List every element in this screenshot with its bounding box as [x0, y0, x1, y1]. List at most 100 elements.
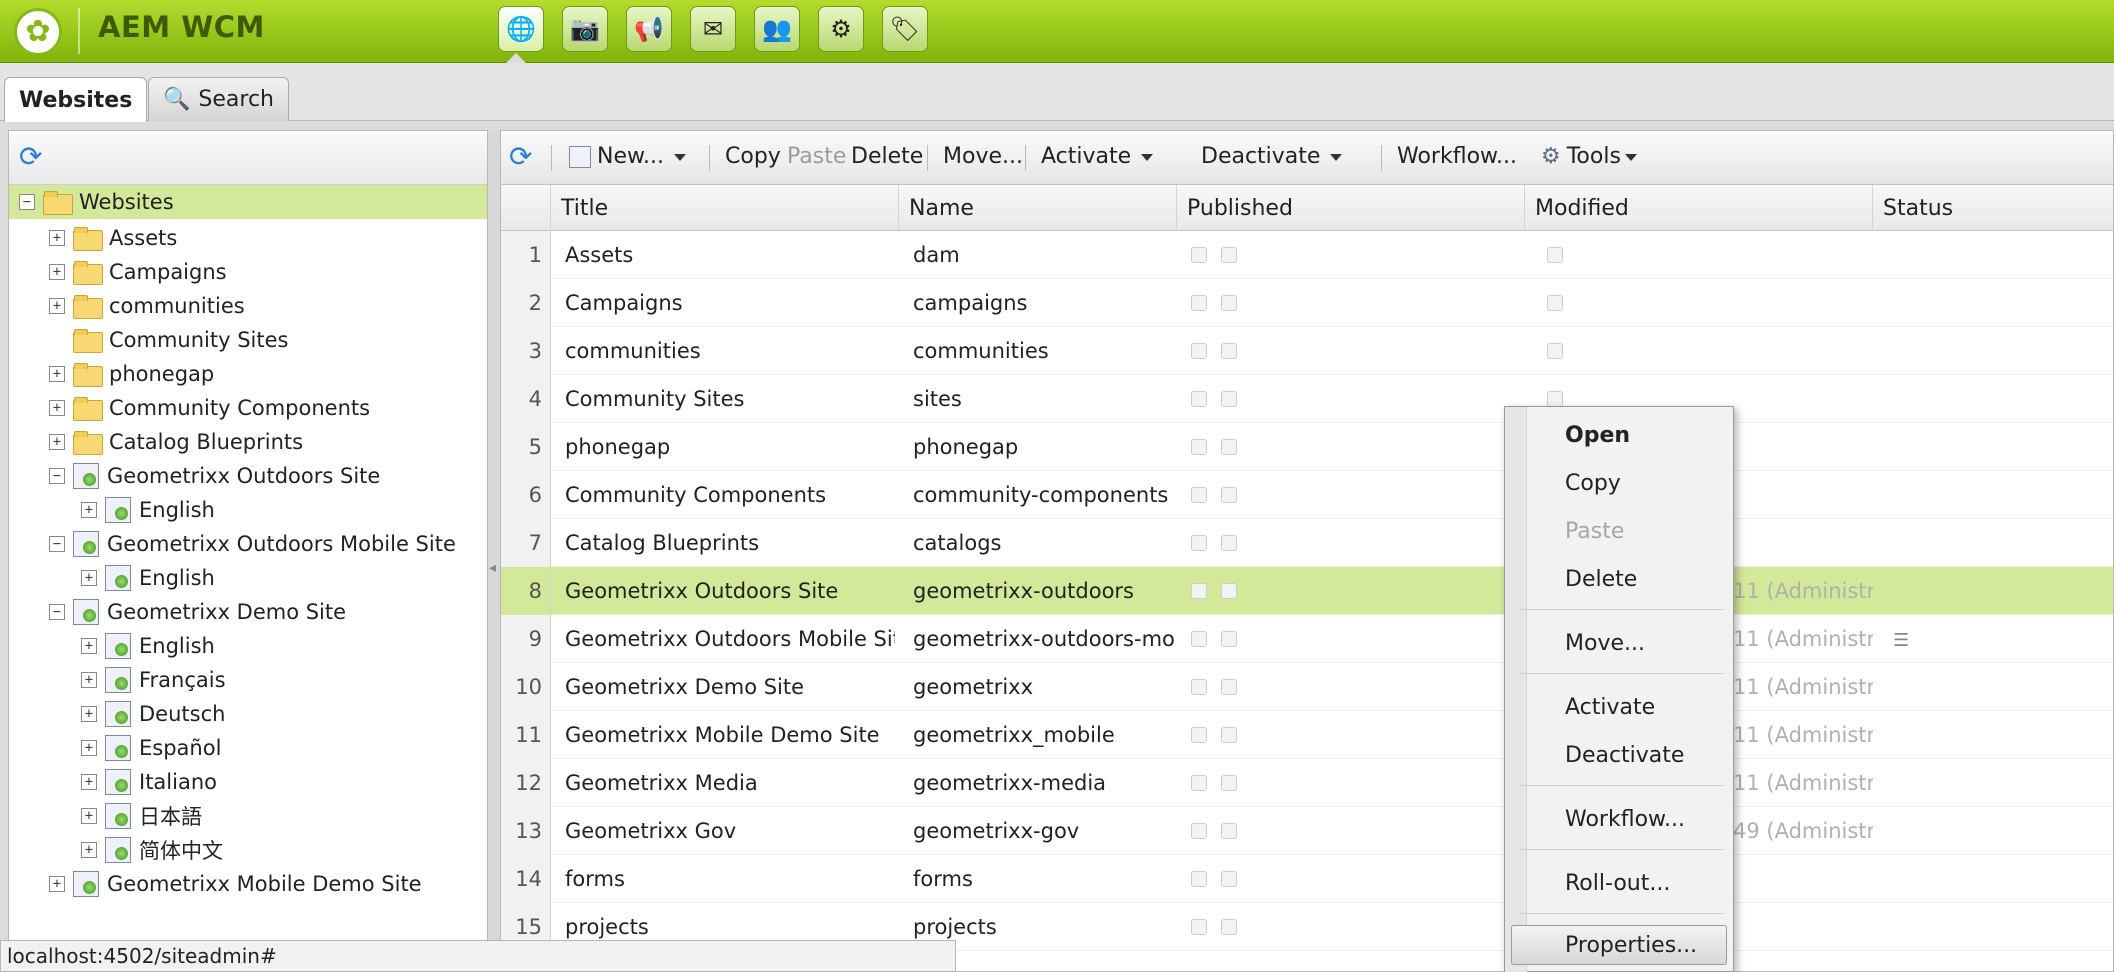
tagging-nav-button[interactable]: 🏷: [882, 6, 928, 52]
expand-icon[interactable]: +: [49, 434, 65, 450]
modified-indicator: [1547, 391, 1563, 407]
tree-item[interactable]: + Español: [81, 731, 221, 765]
refresh-grid-icon[interactable]: ⟳: [509, 143, 532, 171]
tree-item-label: English: [139, 634, 215, 658]
tree-item[interactable]: + English: [81, 629, 215, 663]
table-row[interactable]: 4 Community Sites sites: [501, 375, 2113, 423]
delete-button[interactable]: Delete: [851, 144, 923, 169]
table-row[interactable]: 10 Geometrixx Demo Site geometrixx 11 (Admi…: [501, 663, 2113, 711]
tree-item[interactable]: + 简体中文: [81, 833, 223, 867]
tab-search[interactable]: 🔍 Search: [148, 77, 289, 121]
tree-item[interactable]: + English: [81, 493, 215, 527]
expand-icon[interactable]: +: [49, 298, 65, 314]
dam-nav-button[interactable]: 📷: [562, 6, 608, 52]
expand-icon[interactable]: +: [81, 842, 97, 858]
inbox-nav-button[interactable]: ✉: [690, 6, 736, 52]
table-row[interactable]: 7 Catalog Blueprints catalogs: [501, 519, 2113, 567]
tree-item[interactable]: − Geometrixx Demo Site: [49, 595, 346, 629]
tree-item[interactable]: + Deutsch: [81, 697, 225, 731]
table-row[interactable]: 9 Geometrixx Outdoors Mobile Site geometri…: [501, 615, 2113, 663]
tree-item[interactable]: + Assets: [49, 221, 177, 255]
tab-websites[interactable]: Websites: [4, 77, 148, 122]
paste-button[interactable]: Paste: [787, 144, 846, 169]
tools-nav-button[interactable]: ⚙: [818, 6, 864, 52]
published-indicator: [1191, 727, 1207, 743]
menu-item-delete[interactable]: Delete: [1565, 567, 1637, 592]
deactivate-button[interactable]: Deactivate: [1201, 144, 1343, 169]
expand-icon[interactable]: +: [49, 230, 65, 246]
tree-item[interactable]: + English: [81, 561, 215, 595]
refresh-tree-icon[interactable]: ⟳: [19, 143, 42, 171]
users-nav-button[interactable]: 👥: [754, 6, 800, 52]
expand-icon[interactable]: +: [81, 774, 97, 790]
panel-splitter[interactable]: ◂: [488, 130, 500, 972]
table-row[interactable]: 1 Assets dam: [501, 231, 2113, 279]
expand-icon[interactable]: +: [49, 400, 65, 416]
expand-icon[interactable]: +: [81, 672, 97, 688]
tools-button[interactable]: ⚙ Tools: [1541, 144, 1637, 169]
campaigns-nav-button[interactable]: 📢: [626, 6, 672, 52]
tag-icon: 🏷: [889, 15, 921, 43]
tree-item[interactable]: + Italiano: [81, 765, 217, 799]
expand-icon[interactable]: +: [81, 502, 97, 518]
tree-item[interactable]: + Geometrixx Mobile Demo Site: [49, 867, 422, 901]
table-row[interactable]: 11 Geometrixx Mobile Demo Site geometrixx_…: [501, 711, 2113, 759]
tree-item[interactable]: + Campaigns: [49, 255, 227, 289]
column-title[interactable]: Title: [551, 185, 899, 231]
expand-icon[interactable]: +: [49, 366, 65, 382]
table-row[interactable]: 6 Community Components community-component…: [501, 471, 2113, 519]
cell-title: Geometrixx Media: [565, 771, 758, 795]
tree-item[interactable]: − Geometrixx Outdoors Mobile Site: [49, 527, 456, 561]
cell-title: phonegap: [565, 435, 671, 459]
menu-item-properties[interactable]: Properties...: [1565, 933, 1697, 958]
expand-icon[interactable]: +: [81, 740, 97, 756]
expand-icon[interactable]: +: [49, 876, 65, 892]
tree-item[interactable]: + Community Components: [49, 391, 370, 425]
tree-item[interactable]: + communities: [49, 289, 245, 323]
tree-toolbar: ⟳: [9, 131, 487, 185]
published-indicator: [1221, 919, 1237, 935]
menu-item-open[interactable]: Open: [1565, 423, 1630, 448]
menu-item-workflow[interactable]: Workflow...: [1565, 807, 1685, 832]
tree-item[interactable]: + Français: [81, 663, 226, 697]
tree-item[interactable]: + phonegap: [49, 357, 214, 391]
menu-item-copy[interactable]: Copy: [1565, 471, 1621, 496]
menu-item-rollout[interactable]: Roll-out...: [1565, 871, 1670, 896]
workflow-button[interactable]: Workflow...: [1397, 144, 1517, 169]
activate-button[interactable]: Activate: [1041, 144, 1154, 169]
tree-root-websites[interactable]: − Websites: [9, 185, 487, 219]
websites-nav-button[interactable]: 🌐: [498, 6, 544, 52]
expand-icon[interactable]: +: [81, 638, 97, 654]
collapse-icon[interactable]: −: [49, 468, 65, 484]
aem-logo-icon[interactable]: ✿: [14, 8, 62, 56]
column-published[interactable]: Published: [1177, 185, 1525, 231]
expand-icon[interactable]: +: [81, 570, 97, 586]
expand-icon[interactable]: +: [81, 706, 97, 722]
tree-item[interactable]: + Catalog Blueprints: [49, 425, 303, 459]
table-row[interactable]: 5 phonegap phonegap: [501, 423, 2113, 471]
menu-item-deactivate[interactable]: Deactivate: [1565, 743, 1684, 768]
column-name[interactable]: Name: [899, 185, 1177, 231]
collapse-icon[interactable]: −: [49, 536, 65, 552]
column-status[interactable]: Status: [1873, 185, 2113, 231]
tree-item[interactable]: − Geometrixx Outdoors Site: [49, 459, 380, 493]
menu-item-paste[interactable]: Paste: [1565, 519, 1624, 544]
table-row[interactable]: 12 Geometrixx Media geometrixx-media 11 (Ad…: [501, 759, 2113, 807]
copy-button[interactable]: Copy: [725, 144, 781, 169]
collapse-icon[interactable]: −: [49, 604, 65, 620]
expand-icon[interactable]: +: [81, 808, 97, 824]
tree-item[interactable]: + 日本語: [81, 799, 202, 833]
table-row[interactable]: 13 Geometrixx Gov geometrixx-gov 49 (Admini…: [501, 807, 2113, 855]
tree-item[interactable]: Community Sites: [49, 323, 288, 357]
expand-icon[interactable]: +: [49, 264, 65, 280]
menu-item-move[interactable]: Move...: [1565, 631, 1645, 656]
table-row[interactable]: 14 forms forms: [501, 855, 2113, 903]
column-modified[interactable]: Modified: [1525, 185, 1873, 231]
new-button[interactable]: New...: [569, 144, 686, 169]
table-row[interactable]: 3 communities communities: [501, 327, 2113, 375]
table-row[interactable]: 2 Campaigns campaigns: [501, 279, 2113, 327]
table-row[interactable]: 8 Geometrixx Outdoors Site geometrixx-outd…: [501, 567, 2113, 615]
menu-item-activate[interactable]: Activate: [1565, 695, 1655, 720]
collapse-icon[interactable]: −: [19, 194, 35, 210]
move-button[interactable]: Move...: [943, 144, 1023, 169]
